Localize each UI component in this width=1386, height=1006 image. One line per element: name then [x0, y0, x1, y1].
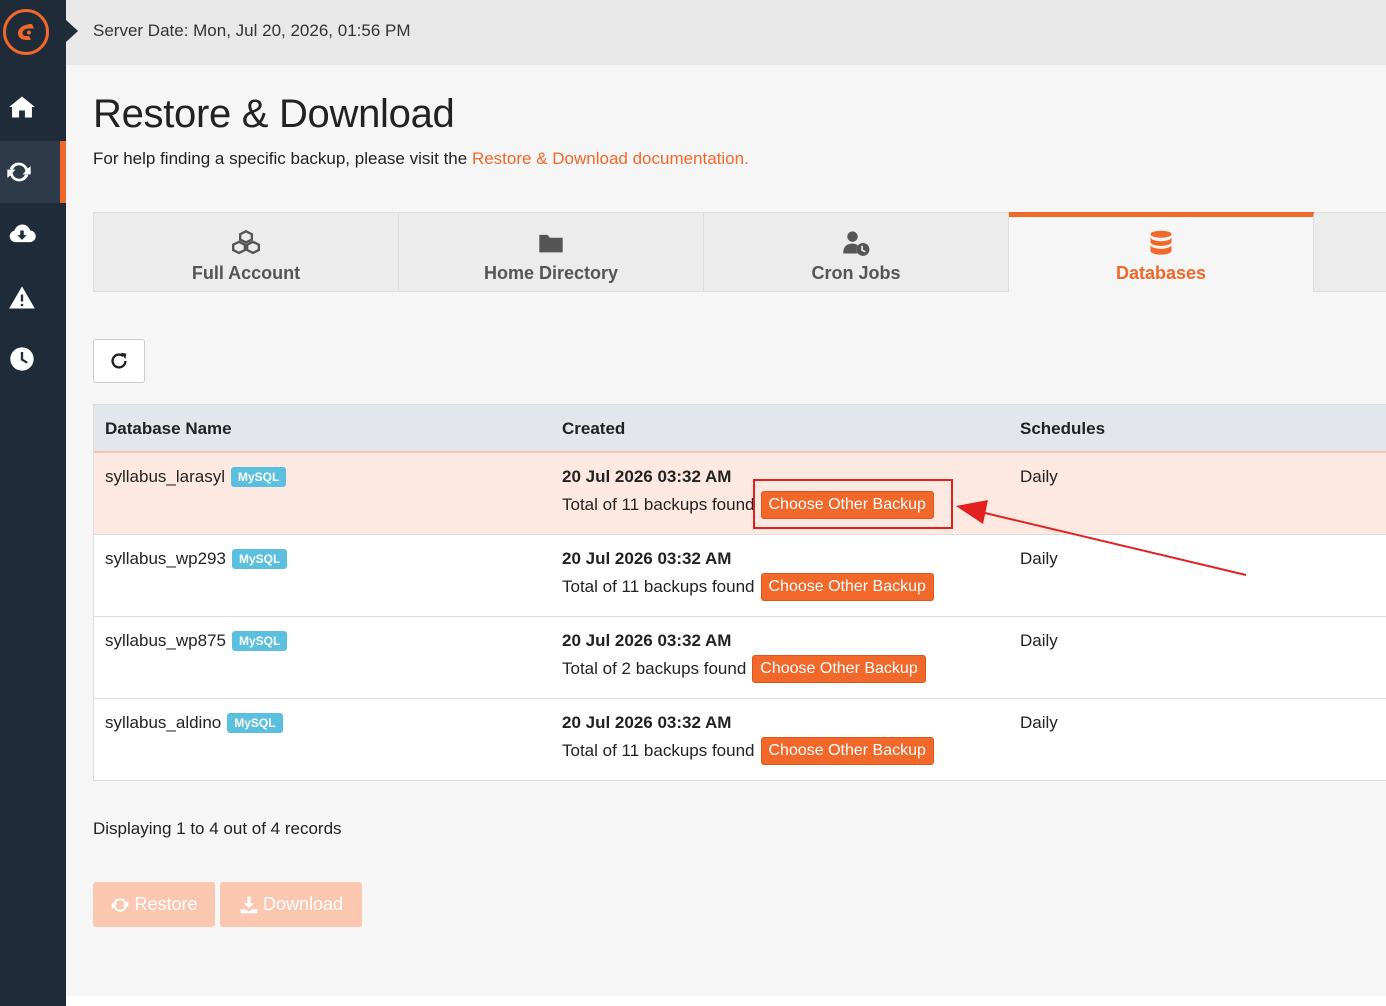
documentation-link[interactable]: Restore & Download documentation.: [472, 149, 749, 168]
choose-other-backup-button[interactable]: Choose Other Backup: [760, 491, 934, 519]
backup-count-cell: Total of 11 backups found Choose Other Ba…: [562, 737, 934, 765]
engine-badge: MySQL: [231, 467, 287, 487]
tab-databases[interactable]: Databases: [1009, 212, 1314, 292]
backup-date: 20 Jul 2026 03:32 AM: [562, 467, 732, 486]
tab-cron-jobs[interactable]: Cron Jobs: [704, 213, 1009, 292]
sync-icon: [112, 897, 129, 912]
restore-button[interactable]: Restore: [93, 882, 215, 927]
sidebar: [0, 0, 66, 1006]
tab-label: Cron Jobs: [811, 263, 901, 283]
table-row[interactable]: syllabus_wp293 MySQL 20 Jul 2026 03:32 AM…: [94, 535, 1386, 617]
backup-count-cell: Total of 2 backups found Choose Other Bac…: [562, 655, 926, 683]
page-title: Restore & Download: [93, 92, 455, 136]
databases-table: Database Name Created Schedules syllabus…: [93, 404, 1386, 781]
engine-badge: MySQL: [227, 713, 283, 733]
user-clock-icon: [843, 231, 870, 256]
schedule: Daily: [1020, 467, 1058, 486]
restore-label: Restore: [134, 894, 198, 914]
tab-label: Databases: [1115, 263, 1207, 283]
backup-count: Total of 11 backups found: [562, 577, 755, 596]
schedule: Daily: [1020, 713, 1058, 732]
records-count: Displaying 1 to 4 out of 4 records: [93, 819, 342, 838]
folder-icon: [539, 234, 563, 253]
backup-count-cell: Total of 11 backups found Choose Other Ba…: [562, 573, 934, 601]
column-header-schedules[interactable]: Schedules: [1020, 419, 1105, 439]
cubes-icon: [232, 230, 260, 255]
cpanel-logo-icon[interactable]: [3, 9, 49, 55]
schedule: Daily: [1020, 549, 1058, 568]
database-icon: [1150, 230, 1172, 255]
database-name: syllabus_aldino: [105, 713, 222, 732]
engine-badge: MySQL: [231, 549, 288, 569]
tab-home-directory[interactable]: Home Directory: [399, 213, 704, 292]
tab-label: Home Directory: [483, 263, 619, 283]
caret-icon: [66, 20, 78, 42]
help-text: For help finding a specific backup, plea…: [93, 149, 749, 169]
download-label: Download: [262, 894, 344, 914]
database-name-cell: syllabus_aldino MySQL: [105, 713, 283, 733]
choose-other-backup-button[interactable]: Choose Other Backup: [760, 573, 934, 601]
clock-icon[interactable]: [0, 328, 66, 390]
warning-icon[interactable]: [0, 267, 66, 329]
tab-filler: [1314, 213, 1386, 292]
database-name: syllabus_wp875: [105, 631, 226, 650]
column-header-name[interactable]: Database Name: [105, 419, 232, 439]
refresh-icon: [111, 352, 127, 369]
backup-date: 20 Jul 2026 03:32 AM: [562, 631, 732, 650]
column-header-created[interactable]: Created: [562, 419, 625, 439]
backup-count-cell: Total of 11 backups found Choose Other Ba…: [562, 491, 934, 519]
backup-count: Total of 11 backups found: [562, 495, 755, 514]
backup-count: Total of 2 backups found: [562, 659, 747, 678]
backup-date: 20 Jul 2026 03:32 AM: [562, 713, 732, 732]
choose-other-backup-button[interactable]: Choose Other Backup: [752, 655, 926, 683]
database-name-cell: syllabus_wp875 MySQL: [105, 631, 288, 651]
top-bar: Server Date: Mon, Jul 20, 2026, 01:56 PM: [66, 0, 1386, 65]
backup-type-tabs: Full Account Home Directory Cron Jobs Da…: [93, 212, 1386, 292]
tab-full-account[interactable]: Full Account: [94, 213, 399, 292]
schedule: Daily: [1020, 631, 1058, 650]
database-name-cell: syllabus_larasyl MySQL: [105, 467, 287, 487]
database-name: syllabus_wp293: [105, 549, 226, 568]
table-header: Database Name Created Schedules: [94, 404, 1386, 453]
download-icon: [240, 896, 258, 913]
bottom-bar: [66, 996, 1386, 1006]
table-row[interactable]: syllabus_wp875 MySQL 20 Jul 2026 03:32 AM…: [94, 617, 1386, 699]
cloud-download-icon[interactable]: [0, 203, 66, 265]
table-row[interactable]: syllabus_larasyl MySQL 20 Jul 2026 03:32 …: [94, 453, 1386, 535]
choose-other-backup-button[interactable]: Choose Other Backup: [760, 737, 934, 765]
help-text-prefix: For help finding a specific backup, plea…: [93, 149, 472, 168]
sync-icon[interactable]: [0, 141, 66, 203]
home-icon[interactable]: [0, 76, 66, 138]
tab-label: Full Account: [191, 263, 301, 283]
database-name: syllabus_larasyl: [105, 467, 225, 486]
download-button[interactable]: Download: [220, 882, 362, 927]
backup-date: 20 Jul 2026 03:32 AM: [562, 549, 732, 568]
database-name-cell: syllabus_wp293 MySQL: [105, 549, 288, 569]
server-date: Server Date: Mon, Jul 20, 2026, 01:56 PM: [93, 21, 411, 40]
backup-count: Total of 11 backups found: [562, 741, 755, 760]
engine-badge: MySQL: [231, 631, 288, 651]
table-row[interactable]: syllabus_aldino MySQL 20 Jul 2026 03:32 A…: [94, 699, 1386, 781]
refresh-button[interactable]: [93, 339, 145, 383]
